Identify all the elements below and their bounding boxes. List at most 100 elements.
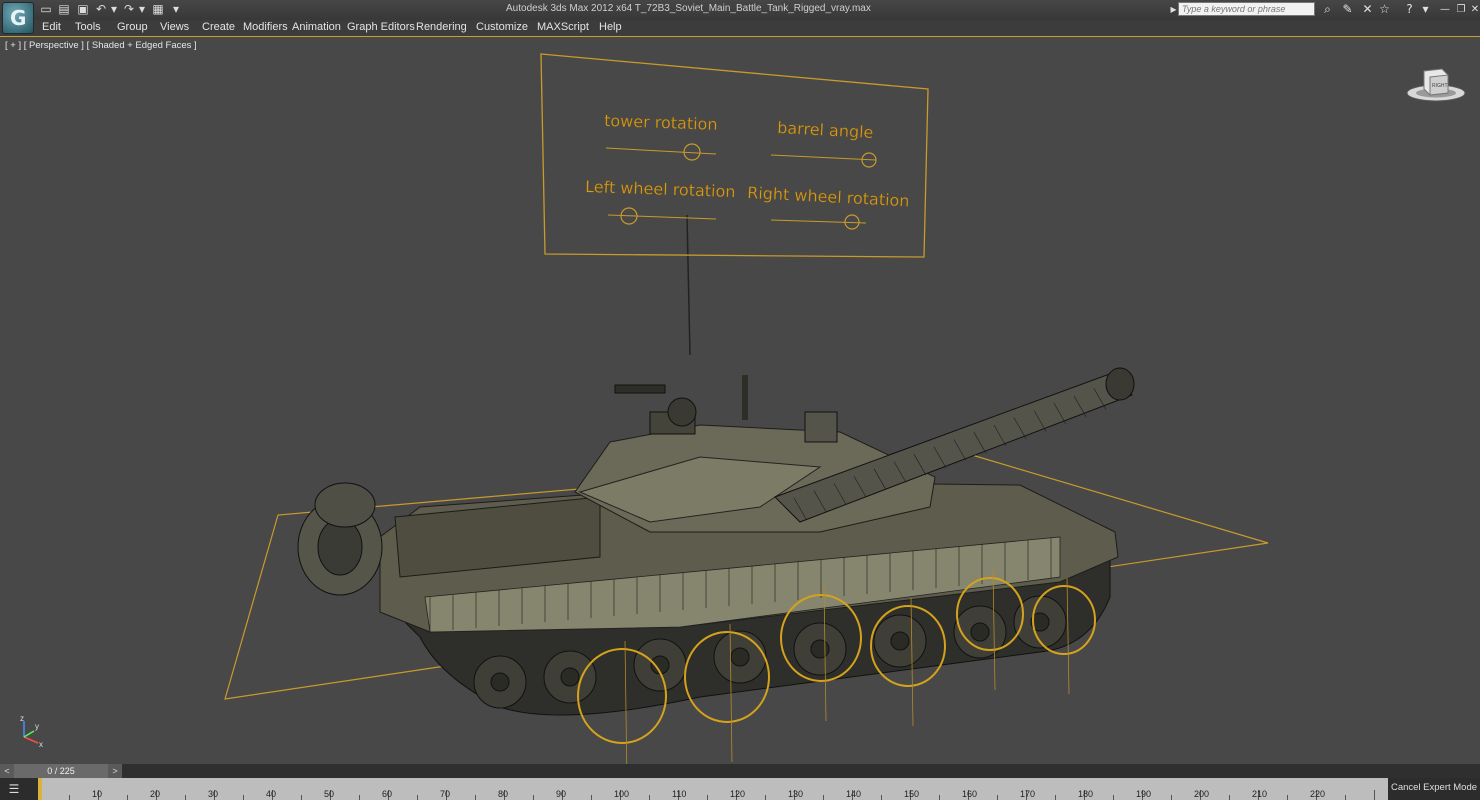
ruler-tick-label: 150 bbox=[904, 789, 920, 799]
ruler-tick-label: 50 bbox=[324, 789, 335, 799]
menu-group[interactable]: Group bbox=[117, 21, 148, 33]
ruler-tick-label: 110 bbox=[672, 789, 687, 799]
menu-edit[interactable]: Edit bbox=[42, 21, 61, 33]
axis-z-label: z bbox=[20, 714, 24, 723]
exchange-icon[interactable]: ✕ bbox=[1360, 2, 1375, 17]
playhead-marker[interactable] bbox=[38, 778, 42, 800]
perspective-viewport[interactable]: tower rotation barrel angle Left wheel r… bbox=[0, 36, 1480, 764]
ruler-tick bbox=[707, 795, 708, 800]
rig-control-panel[interactable] bbox=[540, 53, 929, 258]
ruler-tick bbox=[127, 795, 128, 800]
ruler-tick bbox=[823, 795, 824, 800]
ruler-tick-label: 170 bbox=[1020, 789, 1036, 799]
ruler-tick bbox=[1287, 795, 1288, 800]
antenna-mast[interactable] bbox=[742, 375, 748, 420]
ruler-tick-label: 140 bbox=[846, 789, 862, 799]
time-slider-thumb[interactable]: 0 / 225 bbox=[14, 764, 108, 778]
ruler-tick-label: 40 bbox=[266, 789, 277, 799]
binoculars-icon[interactable]: ⌕ bbox=[1320, 2, 1335, 17]
save-icon[interactable]: ▣ bbox=[75, 2, 91, 16]
viewcube-icon[interactable]: RIGHT bbox=[1404, 65, 1468, 105]
redo-dropdown-icon[interactable]: ▾ bbox=[134, 2, 150, 16]
ruler-tick-label: 60 bbox=[382, 789, 393, 799]
menu-help[interactable]: Help bbox=[599, 21, 622, 33]
tools-icon[interactable]: ✎ bbox=[1340, 2, 1355, 17]
ruler-tick bbox=[417, 795, 418, 800]
ruler-tick-label: 220 bbox=[1310, 789, 1326, 799]
menu-tools[interactable]: Tools bbox=[75, 21, 101, 33]
ruler-tick bbox=[939, 795, 940, 800]
machine-gun[interactable] bbox=[614, 384, 666, 394]
ruler-tick bbox=[185, 795, 186, 800]
help-icon[interactable]: ? bbox=[1402, 2, 1417, 17]
favorites-star-icon[interactable]: ☆ bbox=[1377, 2, 1392, 17]
ruler-tick-label: 210 bbox=[1252, 789, 1268, 799]
right-wheel-rotation-track bbox=[770, 219, 867, 224]
minimize-icon[interactable]: — bbox=[1440, 2, 1450, 17]
time-slider[interactable]: < 0 / 225 > bbox=[0, 764, 1480, 778]
commander-sight[interactable] bbox=[667, 397, 697, 427]
track-bar-toggle-icon[interactable]: ☰ bbox=[3, 781, 25, 797]
ruler-tick bbox=[765, 795, 766, 800]
ruler-tick-label: 190 bbox=[1136, 789, 1152, 799]
help-dropdown-icon[interactable]: ▾ bbox=[1418, 2, 1433, 17]
ruler-tick bbox=[475, 795, 476, 800]
title-bar: G ▭ ▤ ▣ ↶ ▾ ↷ ▾ ▦ ▾ Autodesk 3ds Max 2012 x64 T_… bbox=[0, 0, 1480, 34]
menu-graph-editors[interactable]: Graph Editors bbox=[347, 21, 415, 33]
ruler-tick bbox=[881, 795, 882, 800]
left-wheel-rotation-track bbox=[607, 214, 717, 220]
ruler-tick-label: 100 bbox=[614, 789, 630, 799]
axis-y-line bbox=[23, 730, 35, 738]
control-panel-link bbox=[686, 214, 691, 356]
frame-ruler[interactable]: 10 20 30 40 50 60 70 80 90 100 110 120 130 140 150 160 1… bbox=[40, 778, 1388, 800]
ruler-tick-label: 160 bbox=[962, 789, 978, 799]
viewport-label[interactable]: [ + ] [ Perspective ] [ Shaded + Edged F… bbox=[5, 40, 197, 51]
ruler-tick bbox=[1229, 795, 1230, 800]
axis-x-label: x bbox=[39, 740, 43, 749]
menu-rendering[interactable]: Rendering bbox=[416, 21, 467, 33]
ruler-tick-label: 200 bbox=[1194, 789, 1210, 799]
ruler-tick bbox=[359, 795, 360, 800]
search-dropdown-icon[interactable]: ▸ bbox=[1166, 2, 1181, 17]
search-input[interactable]: Type a keyword or phrase bbox=[1178, 2, 1315, 16]
restore-icon[interactable]: ❐ bbox=[1456, 2, 1466, 17]
undo-dropdown-icon[interactable]: ▾ bbox=[106, 2, 122, 16]
ruler-tick bbox=[301, 795, 302, 800]
menu-bar: Edit Tools Group Views Create Modifiers Animat… bbox=[0, 20, 1480, 36]
time-slider-next-button[interactable]: > bbox=[108, 764, 122, 778]
viewcube-label: RIGHT bbox=[1432, 83, 1448, 89]
left-wheel-rotation-label: Left wheel rotation bbox=[585, 177, 736, 201]
menu-animation[interactable]: Animation bbox=[292, 21, 341, 33]
quick-access-dropdown-icon[interactable]: ▾ bbox=[168, 2, 184, 16]
ruler-tick-label: 90 bbox=[556, 789, 567, 799]
ruler-tick bbox=[243, 795, 244, 800]
track-bar: ☰ 10 20 30 40 50 60 70 80 90 100 110 120 130 140 150 16… bbox=[0, 778, 1480, 800]
menu-create[interactable]: Create bbox=[202, 21, 235, 33]
menu-customize[interactable]: Customize bbox=[476, 21, 528, 33]
time-slider-prev-button[interactable]: < bbox=[0, 764, 14, 778]
cancel-expert-mode-button[interactable]: Cancel Expert Mode bbox=[1388, 778, 1480, 800]
sensor-box[interactable] bbox=[804, 411, 838, 443]
ruler-tick bbox=[997, 795, 998, 800]
road-wheel-hub bbox=[730, 647, 750, 667]
ruler-tick-label: 120 bbox=[730, 789, 746, 799]
project-folder-icon[interactable]: ▦ bbox=[150, 2, 166, 16]
menu-maxscript[interactable]: MAXScript bbox=[537, 21, 589, 33]
road-wheel-hub bbox=[970, 622, 990, 642]
menu-modifiers[interactable]: Modifiers bbox=[243, 21, 288, 33]
fuel-drum-top[interactable] bbox=[314, 482, 376, 528]
menu-views[interactable]: Views bbox=[160, 21, 189, 33]
ruler-tick-label: 80 bbox=[498, 789, 509, 799]
app-logo-icon[interactable]: G bbox=[2, 2, 34, 34]
scene-canvas[interactable]: tower rotation barrel angle Left wheel r… bbox=[0, 37, 1480, 764]
open-file-icon[interactable]: ▤ bbox=[56, 2, 72, 16]
ruler-tick bbox=[1374, 790, 1375, 800]
window-title: Autodesk 3ds Max 2012 x64 T_72B3_Soviet_… bbox=[506, 3, 871, 14]
road-wheel-hub bbox=[490, 672, 510, 692]
new-file-icon[interactable]: ▭ bbox=[38, 2, 54, 16]
ruler-tick bbox=[1055, 795, 1056, 800]
close-icon[interactable]: ✕ bbox=[1470, 2, 1480, 17]
ruler-tick-label: 20 bbox=[150, 789, 161, 799]
barrel-angle-label: barrel angle bbox=[777, 118, 874, 142]
road-wheel-hub bbox=[890, 631, 910, 651]
